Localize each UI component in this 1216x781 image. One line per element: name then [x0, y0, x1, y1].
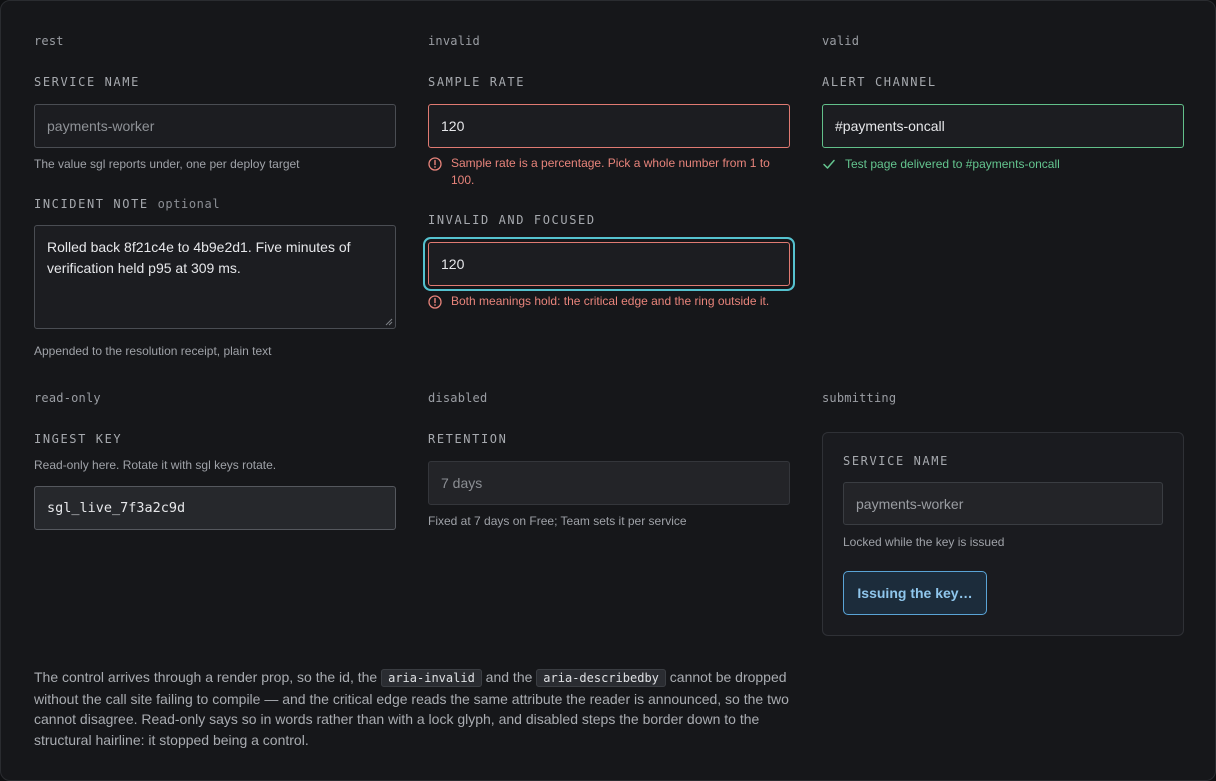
ingest-key-label: INGEST KEY — [34, 432, 123, 446]
alert-channel-input[interactable]: #payments-oncall — [822, 104, 1184, 148]
incident-note-label: INCIDENT NOTE optional — [34, 197, 220, 211]
state-label-invalid: invalid — [428, 34, 480, 48]
state-label-readonly: read-only — [34, 391, 101, 405]
incident-note-textarea[interactable]: Rolled back 8f21c4e to 4b9e2d1. Five min… — [34, 225, 396, 329]
submitting-service-name-value: payments-worker — [856, 495, 964, 512]
retention-help: Fixed at 7 days on Free; Team sets it pe… — [428, 514, 687, 528]
sample-rate-input[interactable]: 120 — [428, 104, 790, 148]
submitting-panel: SERVICE NAME payments-worker Locked whil… — [822, 432, 1184, 636]
code-aria-describedby: aria-describedby — [536, 669, 666, 687]
sample-rate-error: Sample rate is a percentage. Pick a whol… — [428, 155, 783, 189]
service-name-label: SERVICE NAME — [34, 75, 140, 89]
explanation-paragraph: The control arrives through a render pro… — [34, 667, 814, 750]
service-name-help: The value sgl reports under, one per dep… — [34, 157, 300, 171]
alert-circle-icon — [428, 295, 442, 309]
invalid-focused-value: 120 — [441, 256, 465, 272]
invalid-focused-error-text: Both meanings hold: the critical edge an… — [451, 294, 770, 308]
sample-rate-label: SAMPLE RATE — [428, 75, 526, 89]
states-frame: rest SERVICE NAME payments-worker The va… — [0, 0, 1216, 781]
incident-note-help: Appended to the resolution receipt, plai… — [34, 344, 272, 358]
alert-channel-success: Test page delivered to #payments-oncall — [822, 156, 1060, 172]
issuing-key-button[interactable]: Issuing the key… — [843, 571, 987, 615]
code-aria-invalid: aria-invalid — [381, 669, 482, 687]
column-rest: rest — [34, 34, 396, 48]
ingest-key-value: sgl_live_7f3a2c9d — [47, 500, 186, 516]
incident-note-optional: optional — [157, 197, 221, 211]
state-label-disabled: disabled — [428, 391, 488, 405]
state-label-submitting: submitting — [822, 391, 897, 405]
service-name-input[interactable]: payments-worker — [34, 104, 396, 148]
ingest-key-note: Read-only here. Rotate it with sgl keys … — [34, 458, 277, 472]
alert-channel-label: ALERT CHANNEL — [822, 75, 937, 89]
alert-circle-icon — [428, 157, 442, 171]
resize-grip-icon[interactable] — [385, 318, 393, 326]
invalid-focused-input[interactable]: 120 — [428, 242, 790, 286]
incident-note-value: Rolled back 8f21c4e to 4b9e2d1. Five min… — [47, 239, 351, 276]
sample-rate-error-text: Sample rate is a percentage. Pick a whol… — [451, 156, 770, 187]
invalid-focused-error: Both meanings hold: the critical edge an… — [428, 293, 783, 310]
sample-rate-value: 120 — [441, 118, 465, 134]
alert-channel-value: #payments-oncall — [835, 118, 945, 134]
service-name-field: SERVICE NAME — [34, 75, 396, 89]
prose-part-2: and the — [481, 669, 537, 685]
submitting-service-name-input: payments-worker — [843, 482, 1163, 525]
invalid-focused-label: INVALID AND FOCUSED — [428, 213, 596, 227]
state-label-rest: rest — [34, 34, 64, 48]
service-name-value: payments-worker — [47, 118, 155, 134]
retention-label: RETENTION — [428, 432, 508, 446]
issuing-key-button-label: Issuing the key… — [857, 585, 973, 601]
incident-note-label-text: INCIDENT NOTE — [34, 197, 149, 211]
submitting-service-name-label: SERVICE NAME — [843, 454, 949, 468]
prose-part-1: The control arrives through a render pro… — [34, 669, 382, 685]
incident-note-wrapper: Rolled back 8f21c4e to 4b9e2d1. Five min… — [34, 225, 396, 329]
check-icon — [823, 159, 835, 169]
alert-channel-success-text: Test page delivered to #payments-oncall — [845, 157, 1060, 171]
submitting-service-name-help: Locked while the key is issued — [843, 535, 1005, 549]
retention-value: 7 days — [441, 475, 483, 491]
ingest-key-input[interactable]: sgl_live_7f3a2c9d — [34, 486, 396, 530]
retention-input: 7 days — [428, 461, 790, 505]
state-label-valid: valid — [822, 34, 860, 48]
